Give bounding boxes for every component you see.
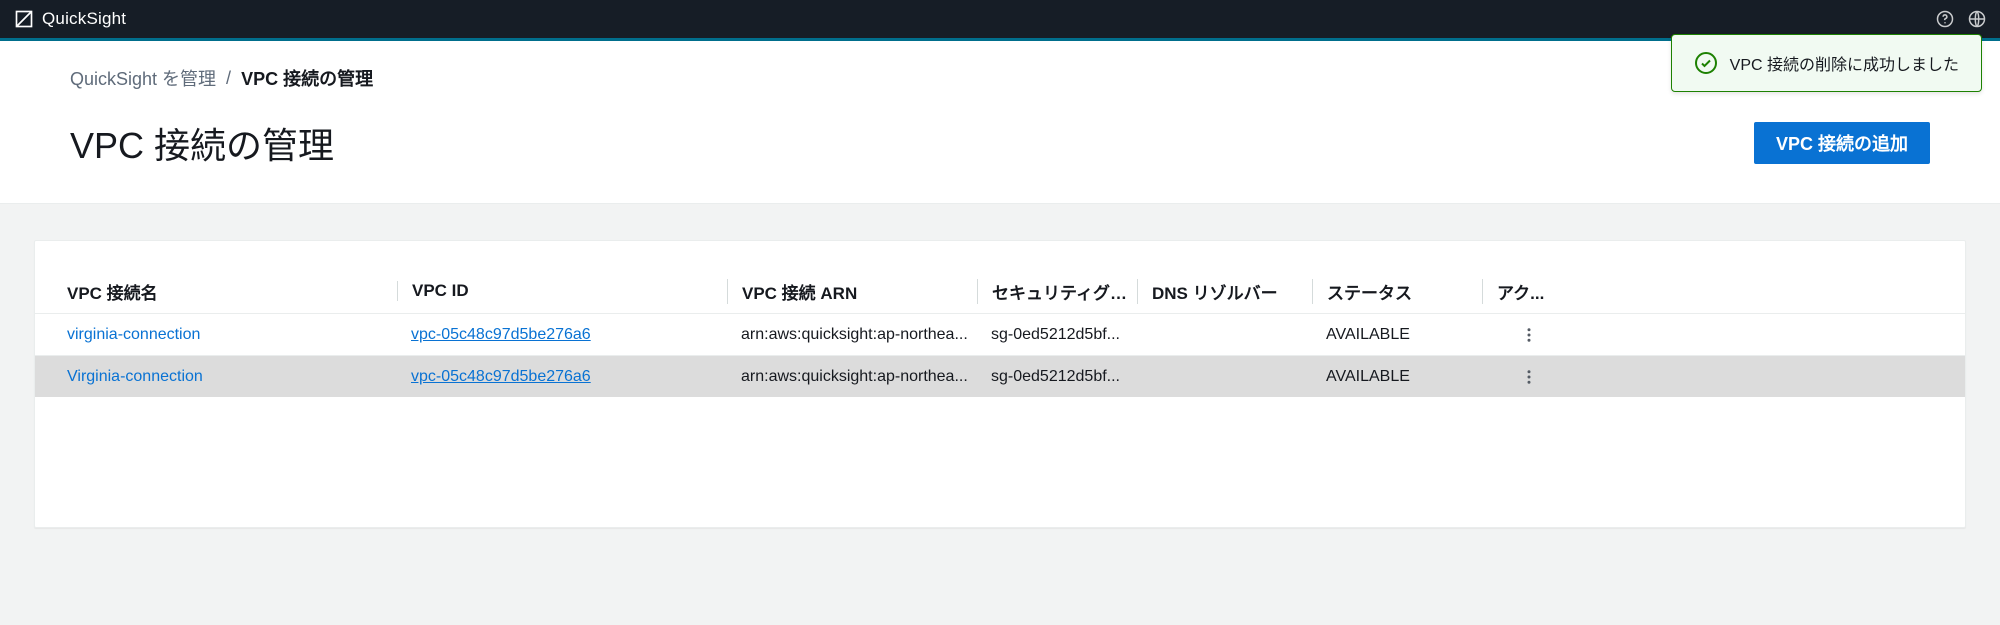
table-row[interactable]: Virginia-connection vpc-05c48c97d5be276a…	[35, 355, 1965, 397]
breadcrumb-root[interactable]: QuickSight を管理	[70, 65, 216, 91]
breadcrumb-separator: /	[226, 68, 231, 89]
th-status: ステータス	[1312, 279, 1482, 304]
help-icon[interactable]	[1936, 10, 1954, 28]
th-vpc-id: VPC ID	[397, 281, 727, 301]
vpc-table: VPC 接続名 VPC ID VPC 接続 ARN セキュリティグル... DN…	[35, 269, 1965, 527]
vpc-connection-name-link[interactable]: Virginia-connection	[67, 368, 203, 385]
add-vpc-connection-button[interactable]: VPC 接続の追加	[1754, 122, 1930, 164]
globe-icon[interactable]	[1968, 10, 1986, 28]
vpc-connection-name-link[interactable]: virginia-connection	[67, 326, 200, 343]
cell-security-group: sg-0ed5212d5bf...	[977, 326, 1137, 344]
vpc-table-card: VPC 接続名 VPC ID VPC 接続 ARN セキュリティグル... DN…	[34, 240, 1966, 528]
table-header: VPC 接続名 VPC ID VPC 接続 ARN セキュリティグル... DN…	[35, 269, 1965, 313]
th-arn: VPC 接続 ARN	[727, 279, 977, 304]
table-body: virginia-connection vpc-05c48c97d5be276a…	[35, 313, 1965, 397]
cell-arn: arn:aws:quicksight:ap-northea...	[727, 368, 977, 386]
cell-status: AVAILABLE	[1312, 326, 1482, 344]
toast-message: VPC 接続の削除に成功しました	[1730, 51, 1959, 75]
vpc-id-link[interactable]: vpc-05c48c97d5be276a6	[411, 326, 591, 343]
quicksight-logo-icon	[14, 9, 34, 29]
breadcrumb-current: VPC 接続の管理	[241, 65, 373, 91]
success-toast: VPC 接続の削除に成功しました	[1671, 34, 1982, 92]
actions-kebab-icon[interactable]	[1520, 326, 1538, 344]
actions-kebab-icon[interactable]	[1520, 368, 1538, 386]
th-security-group: セキュリティグル...	[977, 279, 1137, 304]
th-dns: DNS リゾルバー	[1137, 279, 1312, 304]
topbar: QuickSight	[0, 0, 2000, 38]
cell-arn: arn:aws:quicksight:ap-northea...	[727, 326, 977, 344]
th-name: VPC 接続名	[67, 279, 397, 304]
brand-name: QuickSight	[42, 9, 126, 29]
th-actions: アク...	[1482, 279, 1562, 304]
topbar-right	[1936, 10, 1986, 28]
content-region: VPC 接続名 VPC ID VPC 接続 ARN セキュリティグル... DN…	[0, 204, 2000, 564]
check-circle-icon	[1694, 51, 1718, 75]
breadcrumb: QuickSight を管理 / VPC 接続の管理	[70, 65, 1930, 91]
page-title: VPC 接続の管理	[70, 117, 334, 169]
table-row[interactable]: virginia-connection vpc-05c48c97d5be276a…	[35, 313, 1965, 355]
title-row: VPC 接続の管理 VPC 接続の追加	[70, 117, 1930, 169]
card-padding	[35, 397, 1965, 527]
cell-security-group: sg-0ed5212d5bf...	[977, 368, 1137, 386]
brand: QuickSight	[14, 9, 126, 29]
vpc-id-link[interactable]: vpc-05c48c97d5be276a6	[411, 368, 591, 385]
cell-status: AVAILABLE	[1312, 368, 1482, 386]
